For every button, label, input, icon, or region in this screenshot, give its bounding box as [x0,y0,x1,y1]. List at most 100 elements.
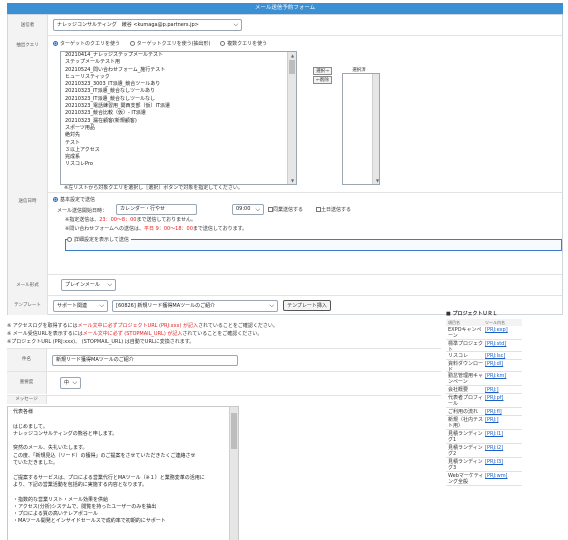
message-line: ・指数的な営業リスト・メール効果を供給 [13,496,109,503]
notice-stopmail: ※ メール受信URLを表示するにはメール文中に必ず (STOPMAIL_URL)… [7,331,263,337]
project-url-row: EXPOキャンペーン [PRJ:exp] [446,326,522,340]
radio-basic-send[interactable]: 基本設定で送信 [53,196,95,203]
radio-on-icon [53,41,58,46]
importance-select[interactable]: 中 ⌵ [60,377,81,389]
message-line [11,489,235,496]
scroll-down-icon[interactable]: ▼ [374,177,379,184]
subject-input[interactable]: 新規リード獲得MAツールのご紹介 [52,355,238,366]
query-list-item[interactable]: ステップメールテスト用 [63,59,296,66]
sender-select[interactable]: ナレッジコンサルティング 綾谷 <kumaga@p.partners.jp> ⌵ [53,19,242,31]
message-textarea[interactable]: 代表各様 はじめまして。 ナレッジコンサルティングの熊谷と申します。 突然のメール、失… [7,406,239,540]
query-list-scrollbar[interactable]: ▲ ▼ [287,52,296,184]
message-line: はじめまして。 [13,423,48,430]
project-url-title: ■ プロジェクトＵＲＬ [446,311,498,317]
send-date-input[interactable]: カレンダー・行やせ [116,204,197,215]
message-scrollbar[interactable] [229,407,238,540]
select-button[interactable]: 選択→ [313,67,332,75]
detail-settings-panel: 詳細設定を表示して送信 [65,236,562,251]
radio-detail-send[interactable]: 詳細設定を表示して送信 [67,236,131,243]
scroll-thumb[interactable] [231,413,237,449]
chevron-down-icon: ⌵ [107,281,112,288]
form-header: メール送信予約フォーム [7,3,563,14]
project-name: 見積ランディング3 [448,459,483,471]
project-url-link[interactable]: [PRJ:lsc] [485,353,505,359]
radio-target-query[interactable]: ターゲットのクエリを使う [53,41,120,47]
scroll-down-icon[interactable]: ▼ [289,177,294,184]
query-list-item[interactable]: 絶対先 [63,132,296,139]
project-url-link[interactable]: [PRJ:] [485,417,499,423]
project-url-link[interactable]: [PRJ:km] [485,373,506,379]
project-url-row: Webマーケティング全般 [PRJ:wm] [446,472,522,486]
query-mode-radios: ターゲットのクエリを使う ターゲットクエリを使う(抽出形) 複数クエリを使う [53,40,313,48]
message-line: より、下記の営業活動を包括的に実施する内容となります。 [13,481,148,488]
radio-target-query-extract[interactable]: ターゲットクエリを使う(抽出形) [129,41,211,47]
project-url-link[interactable]: [PRJ:l2] [485,445,503,451]
project-name: 新規（社内テスト用） [448,417,484,429]
send-time-select[interactable]: 09:00 ⌵ [232,204,264,215]
notice-autoconvert: ※プロジェクトURL (PRJ:xxx)、 (STOPMAIL_URL) は自動… [7,339,195,345]
radio-multi-query[interactable]: 複数クエリを使う [220,41,267,47]
query-list-item[interactable]: テスト [63,140,296,147]
project-url-link[interactable]: [PRJ:wm] [485,473,508,479]
query-list-item[interactable]: リスコレPro [63,161,296,168]
query-row: 抽出クエリ ターゲットのクエリを使う ターゲットクエリを使う(抽出形) 複数クエ… [8,36,562,193]
project-url-row: 見積ランディング2 [PRJ:l2] [446,444,522,458]
sender-label: 送信者 [8,15,48,36]
query-label: 抽出クエリ [8,36,48,193]
project-url-link[interactable]: [PRJ:pf] [485,395,503,401]
selected-list-scrollbar[interactable]: ▼ [372,74,379,184]
project-name: 見積ランディング1 [448,431,483,443]
radio-on-icon [53,197,58,202]
divider [7,395,441,396]
subject-label: 件名 [7,349,47,371]
project-url-link[interactable]: [PRJ:dl] [485,361,503,367]
query-selected-list[interactable]: ▼ [342,73,380,185]
project-url-row: 標準プロジェクト [PRJ:std] [446,340,522,353]
template-select[interactable]: [60826] 新規リード獲得MAツールのご紹介 ⌵ [112,300,278,312]
project-url-link[interactable]: [PRJ:l3] [485,459,503,465]
message-line: 代表各様 [13,409,34,415]
project-url-link[interactable]: [PRJ:fl] [485,409,502,415]
query-source-list[interactable]: 20210414_ナレッジステップメールテスト ステップメールテスト用 202105… [60,51,297,185]
query-list-item[interactable]: 20210414_ナレッジステップメールテスト [63,52,296,59]
remove-button[interactable]: ←削除 [313,76,332,84]
project-url-link[interactable]: [PRJ:l1] [485,431,503,437]
checkbox-same-day[interactable]: 同業送信する [268,206,303,213]
project-url-panel: ■ プロジェクトＵＲＬ 項目名 ツール内名 EXPOキャンペーン [PRJ:exp… [446,310,522,540]
query-list-item[interactable]: 20210323_IT派遣_競合なしツールあり [63,88,296,95]
project-name: リスコレ [448,353,469,359]
scroll-up-icon[interactable]: ▲ [289,52,294,59]
chevron-down-icon: ⌵ [255,206,260,213]
query-list-item[interactable]: 20210323_IT派遣_競合なしツールなし [63,96,296,103]
schedule-note-1: ※指定送信は、23：00～8：00まで送信しておりません。 [65,217,197,223]
query-list-item[interactable]: 20210323_競合比較（仮）- IT派遣 [63,110,296,117]
query-list-item[interactable]: ３以上アクセス [63,147,296,154]
message-line: ていただきました。 [13,460,59,467]
message-lines: 代表各様 はじめまして。 ナレッジコンサルティングの熊谷と申します。 突然のメール、失… [8,407,238,528]
project-url-link[interactable]: [PRJ:std] [485,341,506,347]
query-list-item[interactable]: 完成系 [63,154,296,161]
mail-format-row: メール形式 プレインメール ⌵ [8,275,562,296]
project-url-row: 見積ランディング3 [PRJ:l3] [446,458,522,472]
scroll-thumb[interactable] [289,60,295,74]
message-line: ・MAツール開発とインサイドセールスで成約率で初期的にサポート [13,518,166,525]
radio-off-icon [67,237,72,242]
mail-format-select[interactable]: プレインメール ⌵ [61,279,116,291]
send-date-label: メール送信開始日時： [57,208,108,214]
template-category-select[interactable]: サポート関連 ⌵ [53,300,108,312]
template-label: テンプレート [8,296,48,315]
query-list-item[interactable]: スポーツ用品 [63,125,296,132]
message-line [11,467,235,474]
schedule-label: 送信日時 [8,193,48,275]
query-note: ※左リストから対象クエリを選択し［選択］ボタンで対象を指定してください。 [64,185,243,191]
message-line: ご提案するサービスは、プロによる営業代行とMAツール（※１）と業務変革の活用に [13,474,205,481]
checkbox-weekend[interactable]: 土日送信する [316,206,351,213]
project-url-link[interactable]: [PRJ:exp] [485,327,508,333]
query-list-item[interactable]: 20210323_漏在顧客(新規顧客) [63,118,296,125]
project-url-link[interactable]: [PRJ:] [485,387,499,393]
project-name: ご利用の流れ [448,409,479,415]
template-insert-button[interactable]: テンプレート挿入 [283,300,331,311]
notice-accesslog: ※ アクセスログを取得するにはメール文中に必ずプロジェクトURL (PRJ:xx… [7,323,278,329]
message-label: メッセージ [7,396,47,404]
query-list-item[interactable]: 20210524_問い合わせフォーム_施行テスト [63,67,296,74]
